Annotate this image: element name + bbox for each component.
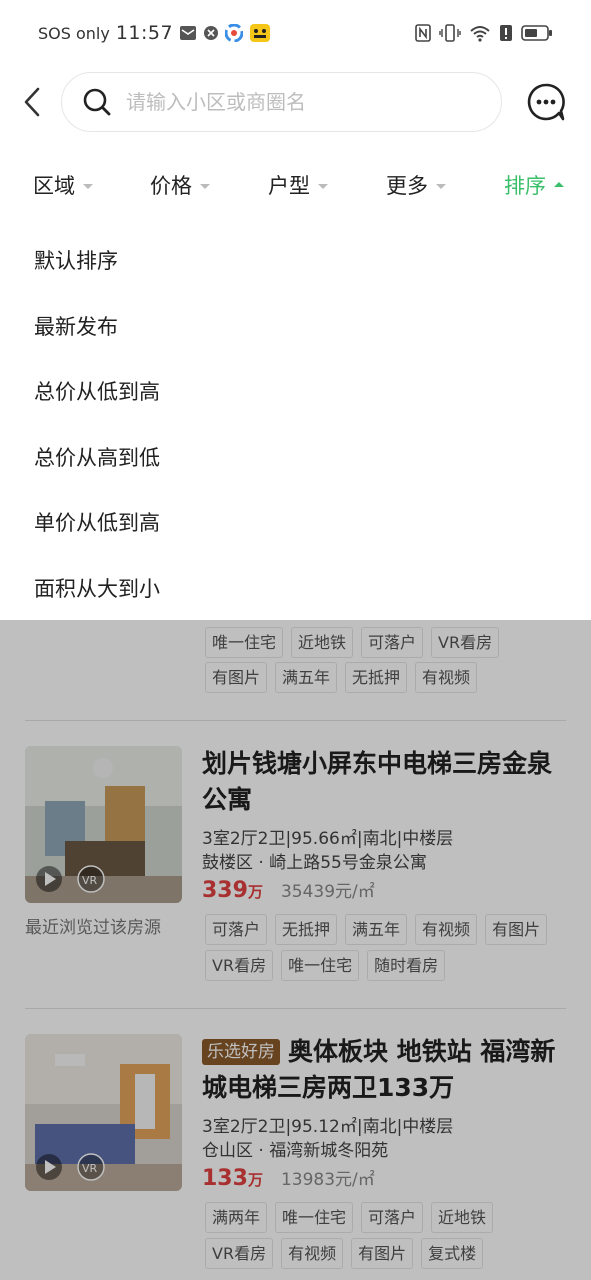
clock: 11:57 xyxy=(115,22,174,44)
sort-option-unit-asc[interactable]: 单价从低到高 xyxy=(34,507,160,537)
tag: 随时看房 xyxy=(367,950,446,981)
filter-tab-price[interactable]: 价格 xyxy=(150,170,210,200)
search-icon xyxy=(83,88,111,116)
tag: 有图片 xyxy=(205,662,268,693)
tag: 无抵押 xyxy=(345,662,408,693)
status-bar: SOS only 11:57 xyxy=(0,0,591,66)
tag: 唯一住宅 xyxy=(205,627,284,658)
filter-bar: 区域 价格 户型 更多 排序 xyxy=(0,160,591,212)
room-photo: VR xyxy=(25,1034,182,1191)
listing-tags: VR看房 有视频 有图片 复式楼 xyxy=(205,1238,565,1269)
tag: 有视频 xyxy=(415,914,478,945)
listing-tags: 有图片 满五年 无抵押 有视频 xyxy=(205,662,565,693)
listing-photo[interactable]: VR xyxy=(25,1034,182,1191)
tag: 唯一住宅 xyxy=(281,950,360,981)
price-unit: 万 xyxy=(247,883,263,901)
tag: 复式楼 xyxy=(421,1238,484,1269)
filter-tab-label: 排序 xyxy=(504,174,546,198)
price-per-sqm: 13983元/㎡ xyxy=(280,1170,375,1190)
recently-viewed-label: 最近浏览过该房源 xyxy=(25,918,161,938)
divider xyxy=(25,720,566,721)
tag: 可落户 xyxy=(361,1202,424,1233)
carrier-text: SOS only xyxy=(38,23,110,43)
listing-photo[interactable]: VR xyxy=(25,746,182,903)
filter-tab-label: 价格 xyxy=(150,174,192,198)
listing-tags: 可落户 无抵押 满五年 有视频 有图片 xyxy=(205,914,575,945)
caret-down-icon xyxy=(436,184,446,189)
listing-price: 339万 35439元/㎡ xyxy=(202,877,375,903)
filter-tab-area[interactable]: 区域 xyxy=(33,170,93,200)
tag: 有图片 xyxy=(351,1238,414,1269)
message-button[interactable] xyxy=(526,82,566,122)
listing-specs: 3室2厅2卫|95.66㎡|南北|中楼层 xyxy=(202,829,454,849)
sort-option-newest[interactable]: 最新发布 xyxy=(34,311,118,341)
tag: 满五年 xyxy=(275,662,338,693)
divider xyxy=(25,1008,566,1009)
listing-tags: 唯一住宅 近地铁 可落户 VR看房 xyxy=(205,627,565,658)
listing-location: 仓山区 · 福湾新城冬阳苑 xyxy=(202,1141,389,1161)
tag: 无抵押 xyxy=(275,914,338,945)
filter-tab-label: 户型 xyxy=(268,174,310,198)
caret-up-icon xyxy=(554,181,564,187)
svg-text:VR: VR xyxy=(82,1162,98,1175)
listing-location: 鼓楼区 · 崎上路55号金泉公寓 xyxy=(202,853,427,873)
caret-down-icon xyxy=(318,184,328,189)
shield-notification-icon xyxy=(203,25,219,41)
room-photo: VR xyxy=(25,746,182,903)
sort-option-total-asc[interactable]: 总价从低到高 xyxy=(34,376,160,406)
vibrate-icon xyxy=(439,24,461,42)
tag: 满五年 xyxy=(345,914,408,945)
chevron-left-icon xyxy=(24,87,40,117)
tag: VR看房 xyxy=(205,950,274,981)
price-unit: 万 xyxy=(247,1171,263,1189)
tag: 唯一住宅 xyxy=(275,1202,354,1233)
sort-dropdown: 默认排序 最新发布 总价从低到高 总价从高到低 单价从低到高 面积从大到小 xyxy=(0,226,591,620)
price-total: 339 xyxy=(202,878,248,903)
sort-option-area-desc[interactable]: 面积从大到小 xyxy=(34,573,160,603)
chat-bubble-icon xyxy=(527,83,565,121)
listing-title[interactable]: 划片钱塘小屏东中电梯三房金泉公寓 xyxy=(202,746,564,818)
listing-price: 133万 13983元/㎡ xyxy=(202,1165,375,1191)
filter-tab-sort[interactable]: 排序 xyxy=(504,170,564,200)
tag: VR看房 xyxy=(431,627,500,658)
filter-tab-label: 区域 xyxy=(33,174,75,198)
wifi-icon xyxy=(469,24,491,42)
filter-tab-layout[interactable]: 户型 xyxy=(268,170,328,200)
mail-icon xyxy=(179,25,197,41)
price-per-sqm: 35439元/㎡ xyxy=(280,882,375,902)
tag: 满两年 xyxy=(205,1202,268,1233)
price-total: 133 xyxy=(202,1166,248,1191)
listing-tags: VR看房 唯一住宅 随时看房 xyxy=(205,950,565,981)
alert-icon xyxy=(499,24,513,42)
listing-specs: 3室2厅2卫|95.12㎡|南北|中楼层 xyxy=(202,1117,454,1137)
app-notification-icon xyxy=(225,24,244,42)
nfc-icon xyxy=(415,24,431,42)
caret-down-icon xyxy=(200,184,210,189)
filter-tab-label: 更多 xyxy=(386,174,428,198)
tag: 有视频 xyxy=(415,662,478,693)
listing-title[interactable]: 乐选好房 奥体板块 地铁站 福湾新城电梯三房两卫133万 xyxy=(202,1034,564,1106)
tag: 有图片 xyxy=(485,914,548,945)
filter-tab-more[interactable]: 更多 xyxy=(386,170,446,200)
tag: 可落户 xyxy=(361,627,424,658)
listing-tags: 满两年 唯一住宅 可落户 近地铁 xyxy=(205,1202,565,1233)
tag: 近地铁 xyxy=(291,627,354,658)
battery-icon xyxy=(521,24,553,42)
svg-text:VR: VR xyxy=(82,874,98,887)
tag: 有视频 xyxy=(281,1238,344,1269)
tag: 可落户 xyxy=(205,914,268,945)
game-app-icon xyxy=(249,23,271,43)
listing-list: 唯一住宅 近地铁 可落户 VR看房 有图片 满五年 无抵押 有视频 VR 划片钱… xyxy=(0,620,591,1280)
search-input[interactable] xyxy=(126,90,456,114)
back-button[interactable] xyxy=(14,80,50,124)
sort-option-default[interactable]: 默认排序 xyxy=(34,245,118,275)
sort-option-total-desc[interactable]: 总价从高到低 xyxy=(34,442,160,472)
tag: 近地铁 xyxy=(431,1202,494,1233)
tag: VR看房 xyxy=(205,1238,274,1269)
caret-down-icon xyxy=(83,184,93,189)
search-header xyxy=(0,66,591,138)
promo-badge: 乐选好房 xyxy=(202,1039,280,1065)
search-box[interactable] xyxy=(61,72,502,132)
